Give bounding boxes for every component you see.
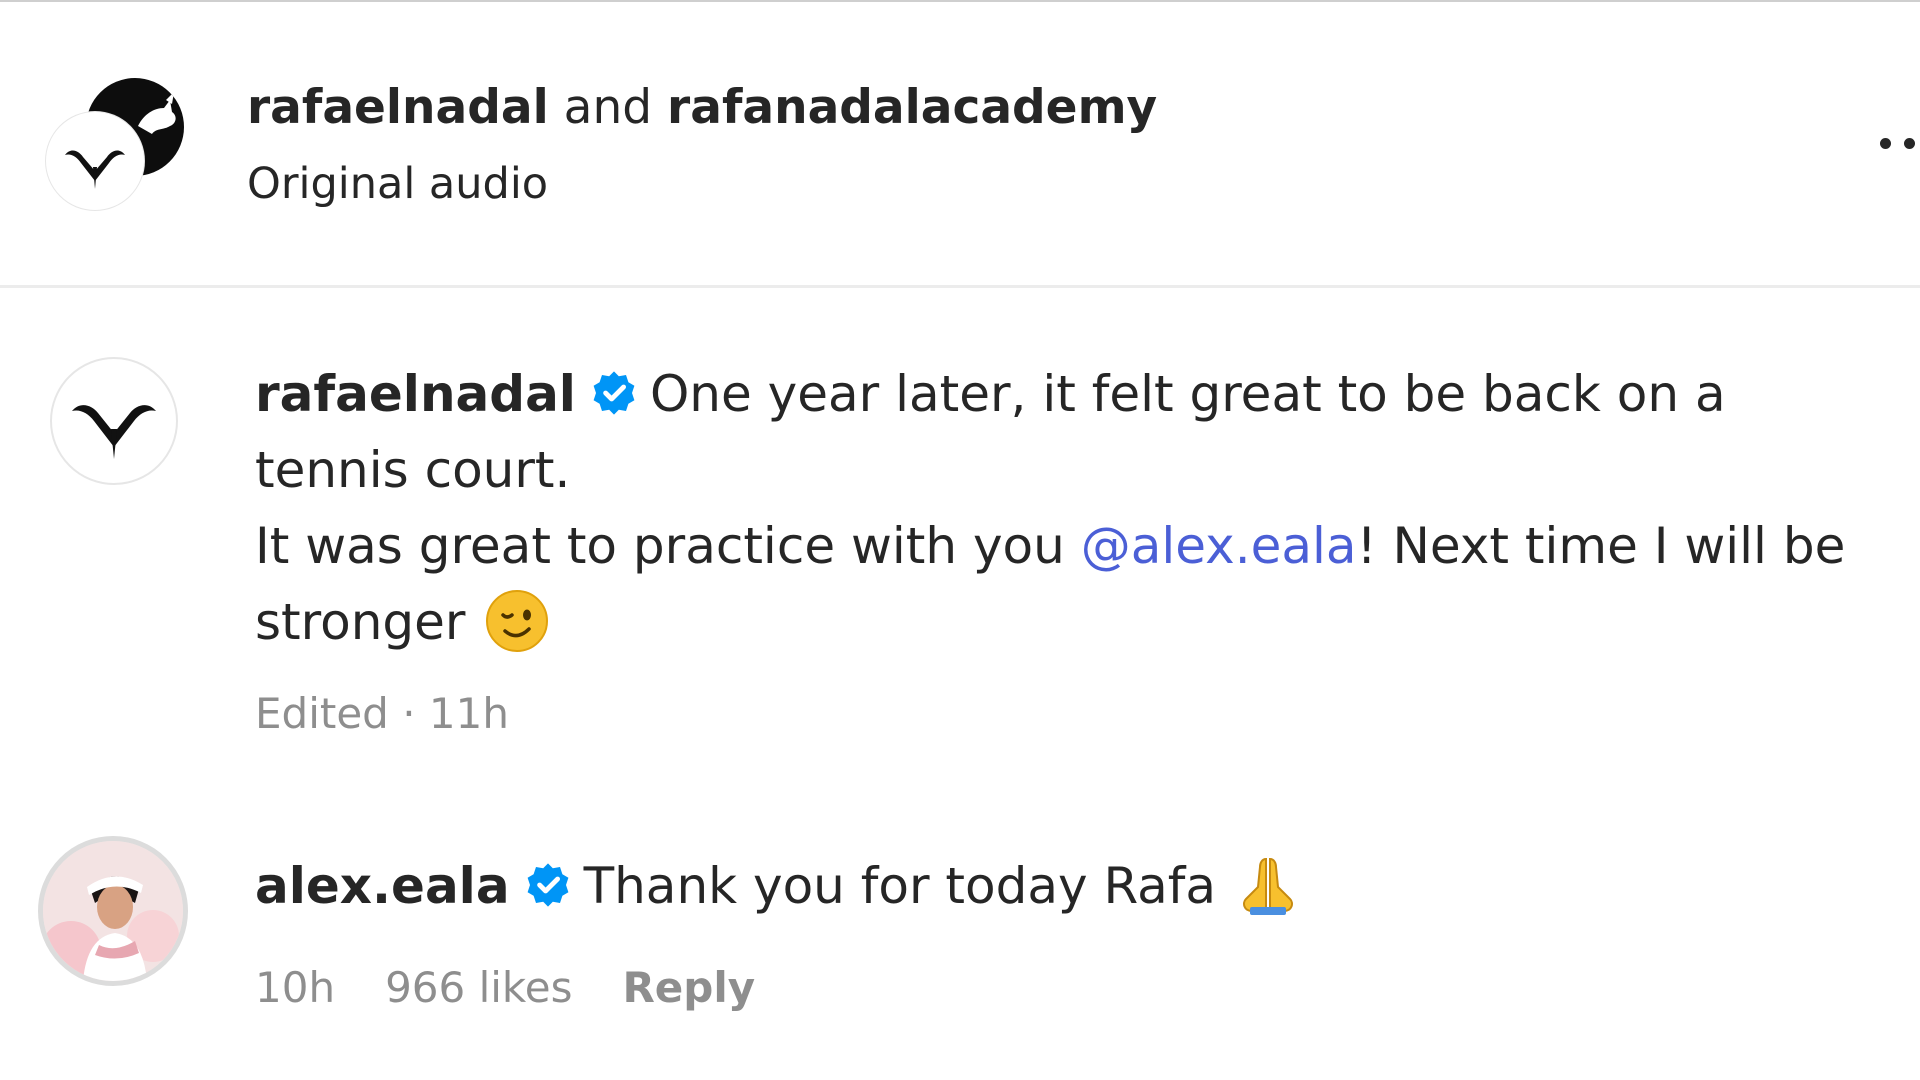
author-primary-link[interactable]: rafaelnadal <box>247 80 549 135</box>
edited-label: Edited <box>255 689 389 738</box>
author-joiner: and <box>563 80 653 135</box>
reply-meta: 10h 966 likes Reply <box>255 960 755 1016</box>
caption-meta: Edited · 11h <box>255 686 509 742</box>
profile-photo <box>43 841 183 981</box>
comment-username[interactable]: rafaelnadal <box>255 365 576 423</box>
comment-username[interactable]: alex.eala <box>255 857 510 915</box>
reply-comment: alex.eala Thank you for today Rafa <box>255 848 1895 924</box>
verified-badge-icon <box>527 863 568 907</box>
rafa-logo-icon <box>65 150 125 189</box>
meta-separator: · <box>402 689 416 738</box>
reply-button[interactable]: Reply <box>622 963 755 1012</box>
post-header: rafaelnadal and rafanadalacademy Origina… <box>0 0 1920 288</box>
likes-count[interactable]: 966 likes <box>385 963 572 1012</box>
rafa-logo-icon <box>72 405 156 459</box>
mention-link[interactable]: @alex.eala <box>1081 517 1357 575</box>
comment-time[interactable]: 10h <box>255 963 335 1012</box>
post-authors: rafaelnadal and rafanadalacademy <box>247 78 1157 138</box>
comment-avatar-rafaelnadal[interactable] <box>50 357 178 485</box>
rafaelnadal-avatar[interactable] <box>46 112 144 210</box>
caption-text-line2: It was great to practice with you <box>255 517 1081 575</box>
more-options-icon[interactable] <box>1880 136 1920 150</box>
verified-badge-icon <box>593 371 635 415</box>
comment-avatar-alex-eala[interactable] <box>38 836 188 986</box>
winking-face-emoji-icon <box>486 590 549 652</box>
audio-link[interactable]: Original audio <box>247 156 548 212</box>
comment-time[interactable]: 11h <box>429 689 509 738</box>
collab-avatars[interactable] <box>46 78 186 213</box>
folded-hands-emoji-icon <box>1243 857 1293 915</box>
caption-comment: rafaelnadal One year later, it felt grea… <box>255 356 1895 660</box>
comment-text: Thank you for today Rafa <box>583 857 1216 915</box>
author-secondary-link[interactable]: rafanadalacademy <box>667 80 1157 135</box>
